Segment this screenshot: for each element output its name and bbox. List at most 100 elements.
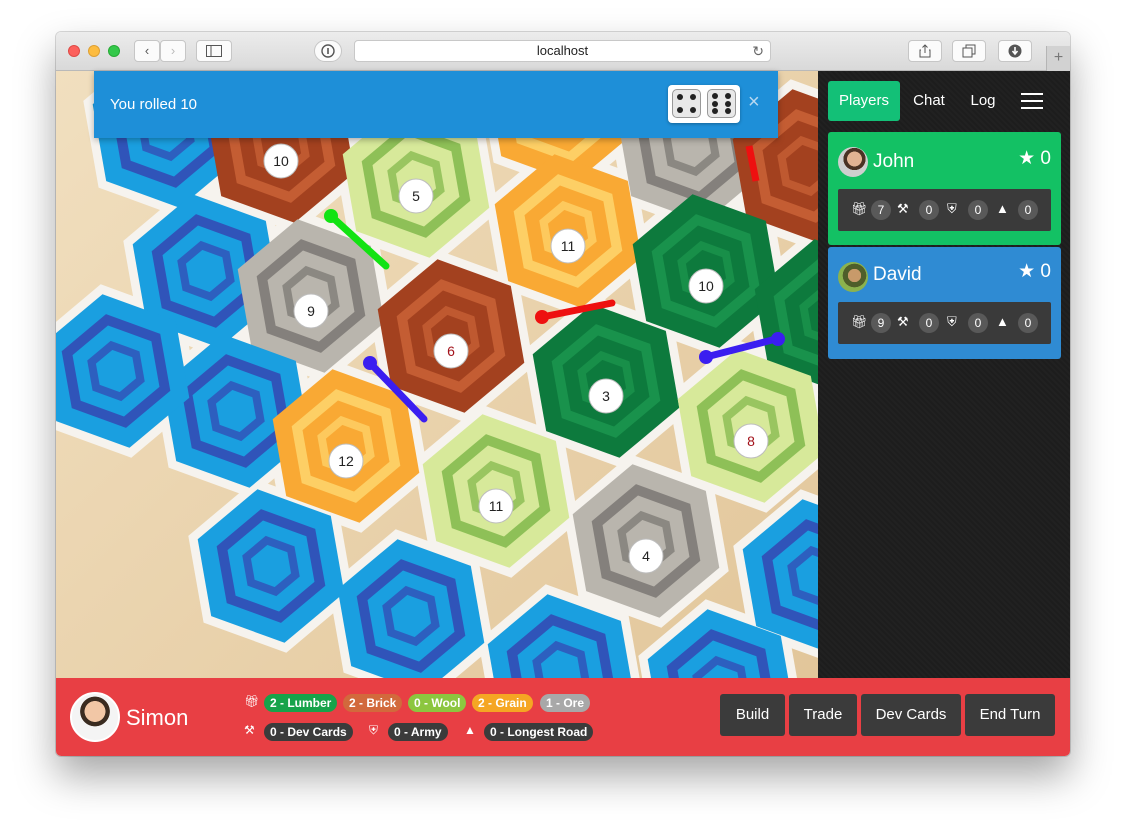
tab-log[interactable]: Log [958,81,1008,121]
resource-brick: 2 - Brick [343,694,403,712]
settlement [324,209,338,223]
share-button[interactable] [908,40,942,62]
army-count: 0 [919,200,939,220]
hex-map[interactable]: 10 5 9 6 11 10 12 3 8 11 4 [56,71,818,678]
number-token-value: 10 [698,278,714,294]
resource-lumber: 2 - Lumber [264,694,338,712]
tabs-overview-button[interactable] [952,40,986,62]
tab-players[interactable]: Players [828,81,900,121]
plus-icon: + [1053,49,1064,66]
resource-grain: 2 - Grain [472,694,533,712]
dev-cards-button[interactable]: Dev Cards [861,694,961,736]
share-icon [919,44,931,58]
die-pip [689,106,696,113]
die-1 [672,89,701,118]
gift-icon: 🎁︎ [244,694,260,708]
build-button[interactable]: Build [720,694,785,736]
army-count: 0 [919,313,939,333]
avatar [838,147,868,177]
gift-icon: 🎁︎ [851,314,868,329]
number-token-value: 6 [447,343,455,359]
number-token-value: 8 [747,433,755,449]
number-token-value: 11 [561,238,576,254]
zoom-window-button[interactable] [108,45,120,57]
die-pip [689,94,696,101]
address-bar[interactable]: localhost ↻ [354,40,771,62]
avatar [838,262,868,292]
number-token-value: 4 [642,548,650,564]
player-bar: Simon 🎁︎ 2 - Lumber 2 - Brick 0 - Wool 2… [56,678,1070,756]
back-icon: ‹ [144,43,150,58]
hammer-icon: ⚒︎ [897,201,909,216]
resource-wool: 0 - Wool [408,694,467,712]
roads-count: 0 [968,200,988,220]
new-tab-button[interactable]: + [1046,46,1070,71]
longest-road-count: 0 [1018,313,1038,333]
self-player-name: Simon [126,705,189,730]
settlement [535,310,549,324]
hammer-icon: ⚒︎ [244,723,255,737]
die-pip [712,100,719,107]
back-button[interactable]: ‹ [134,40,160,62]
settlement [363,356,377,370]
player-card-john[interactable]: John ★ 0 🎁︎ 7 ⚒︎ 0 ⛨ 0 ▲ 0 [828,132,1061,245]
die-pip [724,92,731,99]
url-text: localhost [536,43,589,58]
info-icon [321,44,335,58]
browser-window: ‹ › localhost ↻ + 10 5 9 6 11 10 12 3 8 11 4 You r… [56,32,1070,756]
longest-road-pill: 0 - Longest Road [484,723,594,741]
player-name: John [873,151,915,172]
star-icon: ★ [1018,148,1036,169]
army-pill: 0 - Army [388,723,448,741]
victory-points: ★ 0 [1018,148,1051,169]
player-stats: 🎁︎ 9 ⚒︎ 0 ⛨ 0 ▲ 0 [838,302,1051,344]
minimize-window-button[interactable] [88,45,100,57]
number-token-value: 11 [489,498,504,514]
reload-icon[interactable]: ↻ [752,41,764,61]
trade-button[interactable]: Trade [789,694,857,736]
tabs-icon [962,44,976,58]
dev-cards-count: 9 [871,313,891,333]
number-token-value: 10 [273,153,289,169]
download-icon [1008,44,1022,58]
star-icon: ★ [1018,261,1036,282]
close-window-button[interactable] [68,45,80,57]
die-pip [712,108,719,115]
roads-count: 0 [968,313,988,333]
gift-icon: 🎁︎ [851,201,868,216]
number-token-value: 5 [412,188,420,204]
avatar [70,692,120,742]
sidebar: Players Chat Log John ★ 0 🎁︎ 7 ⚒︎ 0 ⛨ 0 … [818,71,1070,678]
die-pip [677,94,684,101]
player-card-david[interactable]: David ★ 0 🎁︎ 9 ⚒︎ 0 ⛨ 0 ▲ 0 [828,247,1061,359]
sidebar-icon [206,45,222,57]
dev-cards-pill: 0 - Dev Cards [264,723,353,741]
resource-ore: 1 - Ore [540,694,591,712]
close-notification-icon[interactable]: × [748,91,760,114]
die-pip [677,106,684,113]
settlement [771,332,785,346]
downloads-button[interactable] [998,40,1032,62]
shield-icon: ⛨ [369,723,379,737]
forward-icon: › [170,43,176,58]
die-pip [724,108,731,115]
road-icon: ▲ [464,723,476,737]
road-icon: ▲ [996,201,1009,216]
victory-points: ★ 0 [1018,261,1051,282]
tab-chat[interactable]: Chat [904,81,954,121]
number-token-value: 9 [307,303,315,319]
road-icon: ▲ [996,314,1009,329]
die-pip [712,92,719,99]
privacy-button[interactable] [314,40,342,62]
sidebar-toggle-button[interactable] [196,40,232,62]
player-stats: 🎁︎ 7 ⚒︎ 0 ⛨ 0 ▲ 0 [838,189,1051,231]
dice-display [668,85,740,123]
shield-icon: ⛨ [947,314,957,329]
shield-icon: ⛨ [947,201,957,216]
hamburger-menu-icon[interactable] [1021,93,1043,109]
forward-button[interactable]: › [160,40,186,62]
dev-cards-count: 7 [871,200,891,220]
die-pip [724,100,731,107]
game-board[interactable]: 10 5 9 6 11 10 12 3 8 11 4 [56,71,818,678]
end-turn-button[interactable]: End Turn [965,694,1055,736]
